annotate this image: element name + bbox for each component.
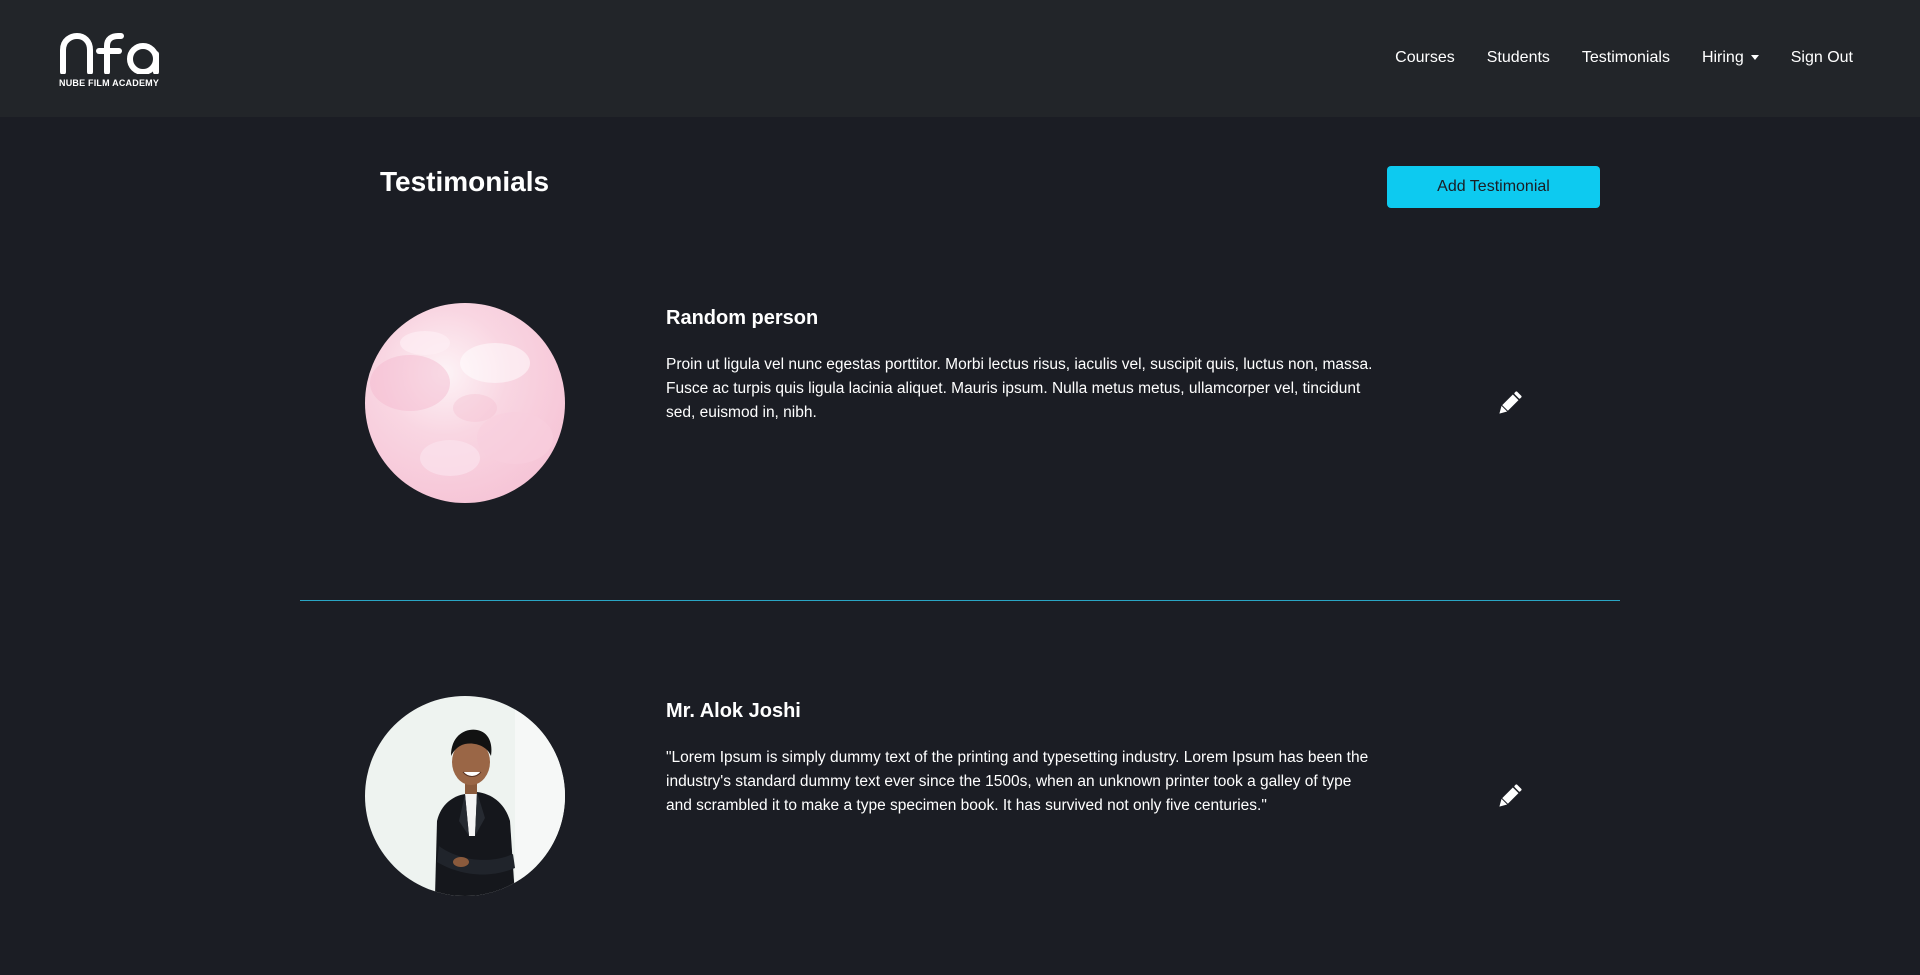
nav-sign-out[interactable]: Sign Out bbox=[1791, 48, 1853, 68]
nfa-logo-mark bbox=[60, 32, 159, 74]
nav-students[interactable]: Students bbox=[1487, 48, 1550, 68]
testimonial-text: Proin ut ligula vel nunc egestas porttit… bbox=[666, 356, 1373, 421]
nav-testimonials[interactable]: Testimonials bbox=[1582, 48, 1670, 68]
testimonial-text: "Lorem Ipsum is simply dummy text of the… bbox=[666, 749, 1369, 814]
navbar: NUBE FILM ACADEMY Courses Students Testi… bbox=[0, 0, 1920, 117]
testimonial-avatar-man-in-suit bbox=[365, 696, 565, 896]
brand-name: NUBE FILM ACADEMY bbox=[59, 78, 160, 88]
add-testimonial-button[interactable]: Add Testimonial bbox=[1387, 166, 1600, 208]
nav-hiring-dropdown[interactable]: Hiring bbox=[1702, 48, 1759, 68]
page-title: Testimonials bbox=[380, 166, 550, 197]
edit-testimonial-button[interactable] bbox=[1494, 387, 1526, 419]
pencil-icon bbox=[1499, 391, 1522, 414]
testimonial-name: Random person bbox=[666, 307, 819, 329]
nav-hiring-label: Hiring bbox=[1701, 49, 1744, 66]
edit-testimonial-button[interactable] bbox=[1494, 780, 1526, 812]
testimonial-name: Mr. Alok Joshi bbox=[666, 700, 801, 722]
testimonial-avatar-pink-watercolor bbox=[365, 303, 565, 503]
pencil-icon bbox=[1499, 784, 1522, 807]
main-nav: Courses Students Testimonials Hiring Sig… bbox=[1395, 48, 1853, 68]
nav-courses[interactable]: Courses bbox=[1395, 48, 1455, 68]
caret-down-icon bbox=[1750, 54, 1759, 60]
brand-logo[interactable]: NUBE FILM ACADEMY bbox=[59, 32, 169, 92]
section-divider bbox=[300, 600, 1620, 601]
